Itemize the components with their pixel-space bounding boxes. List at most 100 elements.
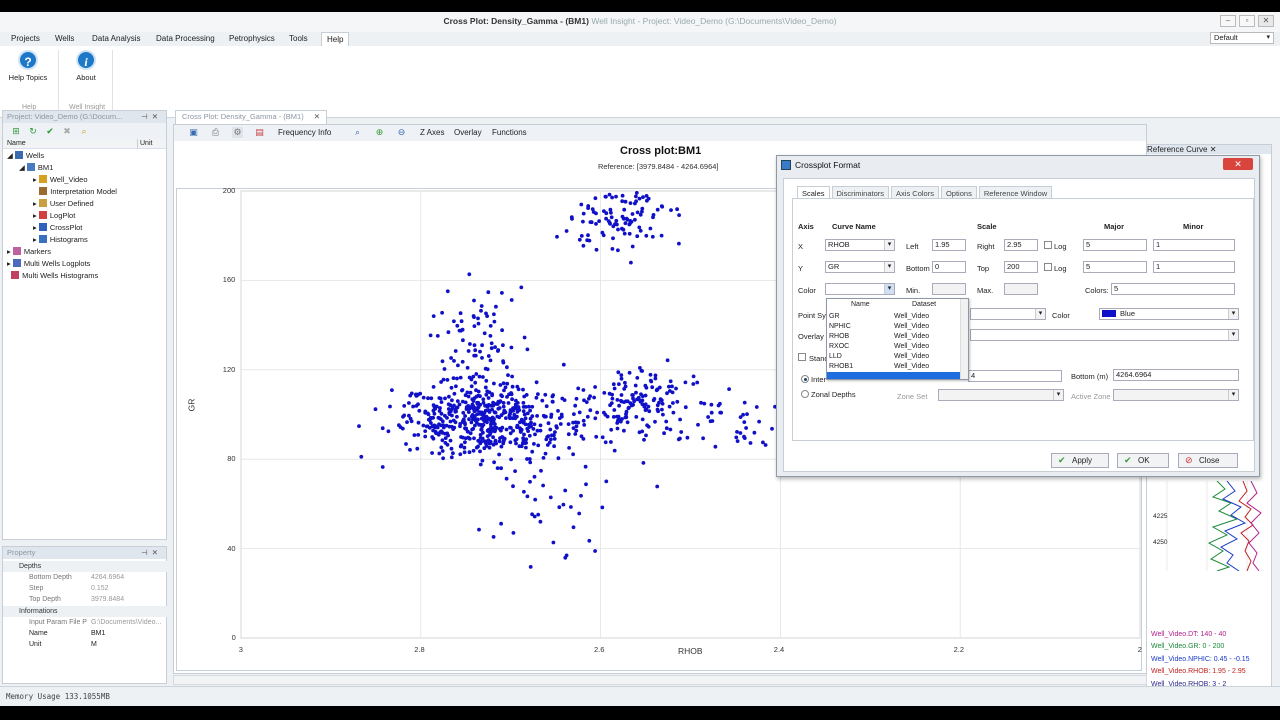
top-depth-input[interactable]: 4 <box>968 370 1062 382</box>
chevron-down-icon[interactable]: ▾ <box>1053 390 1063 400</box>
close-button[interactable]: ⊘ Close <box>1178 453 1238 468</box>
chevron-down-icon[interactable]: ▾ <box>1035 309 1045 319</box>
check-icon[interactable]: ✔ <box>45 126 55 136</box>
zone-set-select[interactable]: ▾ <box>938 389 1064 401</box>
dropdown-row-gr[interactable]: GR Well_Video <box>827 312 961 322</box>
colors-count-input[interactable]: 5 <box>1111 283 1235 295</box>
menu-data-processing[interactable]: Data Processing <box>156 34 215 43</box>
z-axes-button[interactable]: Z Axes <box>420 128 444 137</box>
tree-item-multi-wells-logplots[interactable]: ▸ Multi Wells Logplots <box>7 259 90 269</box>
panel-close-icon[interactable]: ✕ <box>1210 145 1217 154</box>
close-window-button[interactable]: ✕ <box>1258 15 1274 27</box>
property-row[interactable]: Unit M <box>3 639 167 650</box>
x-log-checkbox[interactable] <box>1044 241 1052 249</box>
menu-data-analysis[interactable]: Data Analysis <box>92 34 140 43</box>
frequency-info-button[interactable]: Frequency Info <box>278 128 331 137</box>
menu-wells[interactable]: Wells <box>55 34 74 43</box>
dropdown-row-rhob1[interactable]: RHOB1 Well_Video <box>827 362 961 372</box>
ok-button[interactable]: ✔ OK <box>1117 453 1169 468</box>
zoom-in-icon[interactable]: ⊕ <box>374 127 385 138</box>
overlay-button[interactable]: Overlay <box>454 128 482 137</box>
color-curve-select[interactable]: ▾ <box>825 283 895 295</box>
delete-icon[interactable]: ✖ <box>62 126 72 136</box>
x-major-input[interactable]: 5 <box>1083 239 1147 251</box>
tree-item-user-defined[interactable]: ▸ User Defined <box>33 199 94 209</box>
about-button[interactable]: i About <box>72 50 100 82</box>
menu-help[interactable]: Help <box>321 32 350 46</box>
chevron-down-icon[interactable]: ▾ <box>1228 330 1238 340</box>
help-topics-button[interactable]: ? Help Topics <box>8 50 48 82</box>
color-icon[interactable]: ▤ <box>254 127 265 138</box>
zoom-out-icon[interactable]: ⊖ <box>396 127 407 138</box>
chevron-down-icon[interactable]: ▾ <box>884 262 894 272</box>
dropdown-row-rhob[interactable]: RHOB Well_Video <box>827 332 961 342</box>
expand-icon[interactable]: ▸ <box>33 175 37 184</box>
panel-pin-close-icons[interactable]: ⊣✕ <box>141 547 162 559</box>
y-log-checkbox[interactable] <box>1044 263 1052 271</box>
tree-item-logplot[interactable]: ▸ LogPlot <box>33 211 75 221</box>
dropdown-row-nphic[interactable]: NPHIC Well_Video <box>827 322 961 332</box>
chevron-down-icon[interactable]: ▾ <box>884 284 894 294</box>
expand-icon[interactable]: ▸ <box>33 211 37 220</box>
settings-icon[interactable]: ⚙ <box>232 127 243 138</box>
print-icon[interactable]: ⎙ <box>210 127 221 138</box>
property-row[interactable]: Top Depth 3979.8484 <box>3 594 167 605</box>
bottom-depth-input[interactable]: 4264.6964 <box>1113 369 1239 381</box>
tab-crossplot-document[interactable]: Cross Plot: Density_Gamma - (BM1) ✕ <box>175 110 328 124</box>
tree-item-crossplot[interactable]: ▸ CrossPlot <box>33 223 82 233</box>
zonal-depths-radio[interactable] <box>801 390 809 398</box>
expand-icon[interactable]: ▸ <box>33 199 37 208</box>
tree-item-interpretation-model[interactable]: Interpretation Model <box>33 187 117 197</box>
refresh-icon[interactable]: ↻ <box>28 126 38 136</box>
x-minor-input[interactable]: 1 <box>1153 239 1235 251</box>
property-row[interactable]: Name BM1 <box>3 628 167 639</box>
minimize-button[interactable]: – <box>1220 15 1236 27</box>
dropdown-scrollbar[interactable] <box>960 299 968 379</box>
chevron-down-icon[interactable]: ▾ <box>1228 309 1238 319</box>
chevron-down-icon[interactable]: ▾ <box>1228 390 1238 400</box>
search-tree-icon[interactable]: ⌕ <box>79 126 89 136</box>
expand-icon[interactable]: ▸ <box>7 259 11 268</box>
curve-dropdown-list[interactable]: Name Dataset GR Well_Video NPHIC Well_Vide… <box>826 298 969 380</box>
color-min-input[interactable] <box>932 283 966 295</box>
tree-item-multi-wells-histograms[interactable]: Multi Wells Histograms <box>7 271 98 281</box>
expand-icon[interactable]: ◢ <box>7 151 13 160</box>
tree-item-wells[interactable]: ◢ Wells <box>7 151 44 161</box>
add-well-icon[interactable]: ⊞ <box>11 126 21 136</box>
tree-item-markers[interactable]: ▸ Markers <box>7 247 51 257</box>
menu-projects[interactable]: Projects <box>11 34 40 43</box>
property-row[interactable]: Bottom Depth 4264.6964 <box>3 572 167 583</box>
functions-button[interactable]: Functions <box>492 128 527 137</box>
point-symbol-select[interactable]: ▾ <box>970 308 1046 320</box>
chevron-down-icon[interactable]: ▾ <box>884 240 894 250</box>
panel-pin-close-icons[interactable]: ⊣✕ <box>141 111 162 123</box>
property-category-depths[interactable]: Depths <box>3 561 167 572</box>
standard-checkbox[interactable] <box>798 353 806 361</box>
expand-icon[interactable]: ▸ <box>33 223 37 232</box>
tree-item-well-video[interactable]: ▸ Well_Video <box>33 175 88 185</box>
expand-icon[interactable]: ◢ <box>19 163 25 172</box>
property-row[interactable]: Step 0.152 <box>3 583 167 594</box>
y-major-input[interactable]: 5 <box>1083 261 1147 273</box>
dropdown-row-empty-selected[interactable] <box>827 372 961 379</box>
property-category-informations[interactable]: Informations <box>3 606 167 617</box>
menu-tools[interactable]: Tools <box>289 34 308 43</box>
property-row[interactable]: Input Param File P G:\Documents\Video... <box>3 617 167 628</box>
save-icon[interactable]: ▣ <box>188 127 199 138</box>
layout-select[interactable]: Default <box>1210 32 1274 44</box>
active-zone-select[interactable]: ▾ <box>1113 389 1239 401</box>
bottom-scale-input[interactable]: 0 <box>932 261 966 273</box>
left-scale-input[interactable]: 1.95 <box>932 239 966 251</box>
color-max-input[interactable] <box>1004 283 1038 295</box>
expand-icon[interactable]: ▸ <box>7 247 11 256</box>
y-curve-select[interactable]: GR ▾ <box>825 261 895 273</box>
zoom-icon[interactable]: ⌕ <box>352 127 363 138</box>
menu-petrophysics[interactable]: Petrophysics <box>229 34 275 43</box>
dropdown-row-rxoc[interactable]: RXOC Well_Video <box>827 342 961 352</box>
dialog-close-icon[interactable]: ✕ <box>1223 158 1253 170</box>
tree-item-histograms[interactable]: ▸ Histograms <box>33 235 88 245</box>
maximize-button[interactable]: ▫ <box>1239 15 1255 27</box>
overlay-select[interactable]: ▾ <box>970 329 1239 341</box>
top-scale-input[interactable]: 200 <box>1004 261 1038 273</box>
tree-item-bm1[interactable]: ◢ BM1 <box>19 163 53 173</box>
